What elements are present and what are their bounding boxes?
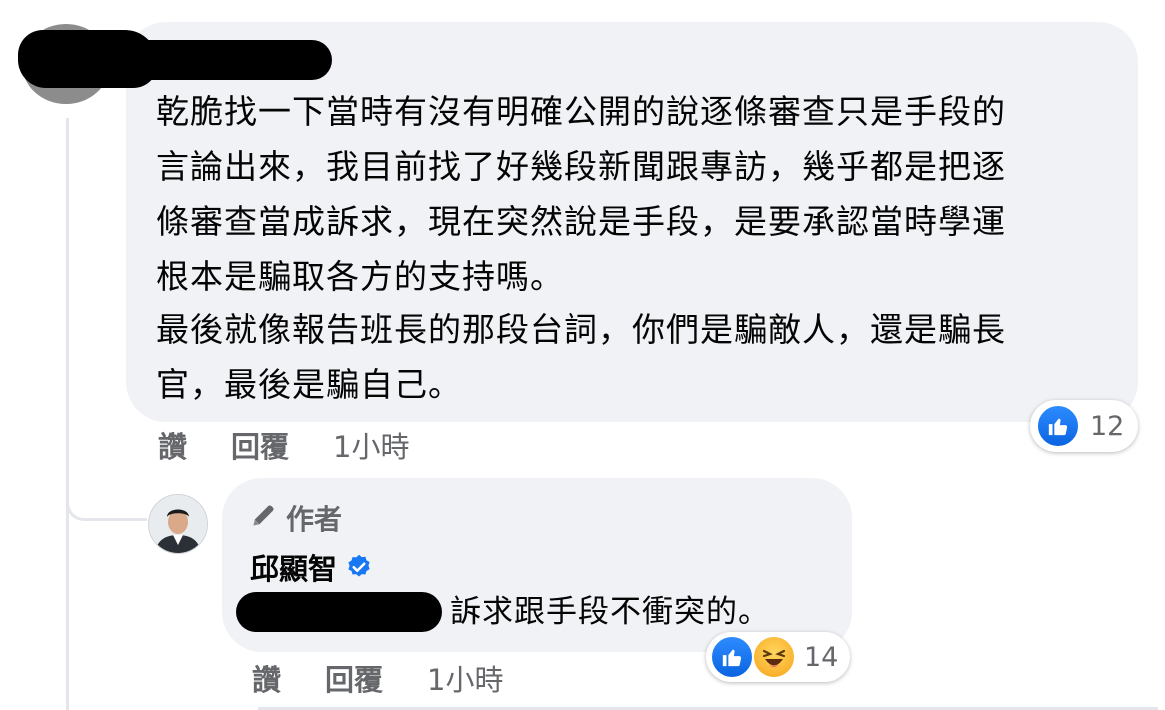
reply-button[interactable]: 回覆 [325,657,383,699]
commenter-name-redacted[interactable] [110,40,332,80]
author-name[interactable]: 邱顯智 [250,546,337,588]
comment-thread: 乾脆找一下當時有沒有明確公開的說逐條審查只是手段的 言論出來，我目前找了好幾段新… [0,0,1165,710]
like-icon [710,635,754,679]
haha-icon [752,635,796,679]
reply-button[interactable]: 回覆 [231,424,289,466]
reply-timestamp[interactable]: 1小時 [427,657,503,699]
like-icon [1036,404,1080,448]
reply-reactions[interactable]: 14 [706,632,851,682]
comment-paragraph: 最後就像報告班長的那段台詞，你們是騙敵人，還是騙長 官，最後是騙自己。 [156,310,1006,404]
comment-actions: 讚 回覆 1小時 [158,424,409,466]
author-badge: 作者 [250,498,342,538]
reply-text: 訴求跟手段不衝突的。 [450,594,770,630]
thread-reply-curve [66,478,147,521]
thread-connector-line [66,118,69,710]
like-button[interactable]: 讚 [252,657,281,699]
reply-bubble: 作者 邱顯智 訴求跟手段不衝突的。 [222,478,852,652]
reply-actions: 讚 回覆 1小時 [252,657,503,699]
reply-author: 邱顯智 [250,546,373,588]
verified-badge-icon [345,553,373,581]
comment-reactions[interactable]: 12 [1030,400,1139,452]
comment-paragraph: 乾脆找一下當時有沒有明確公開的說逐條審查只是手段的 言論出來，我目前找了好幾段新… [156,92,1006,296]
author-avatar[interactable] [148,494,208,554]
reaction-count: 14 [804,641,839,673]
mention-redacted [236,592,442,632]
reaction-count: 12 [1090,410,1125,442]
comment-timestamp[interactable]: 1小時 [333,424,409,466]
comment-bubble: 乾脆找一下當時有沒有明確公開的說逐條審查只是手段的 言論出來，我目前找了好幾段新… [126,22,1138,422]
pencil-icon [250,501,278,536]
author-badge-label: 作者 [286,503,343,536]
like-button[interactable]: 讚 [158,424,187,466]
